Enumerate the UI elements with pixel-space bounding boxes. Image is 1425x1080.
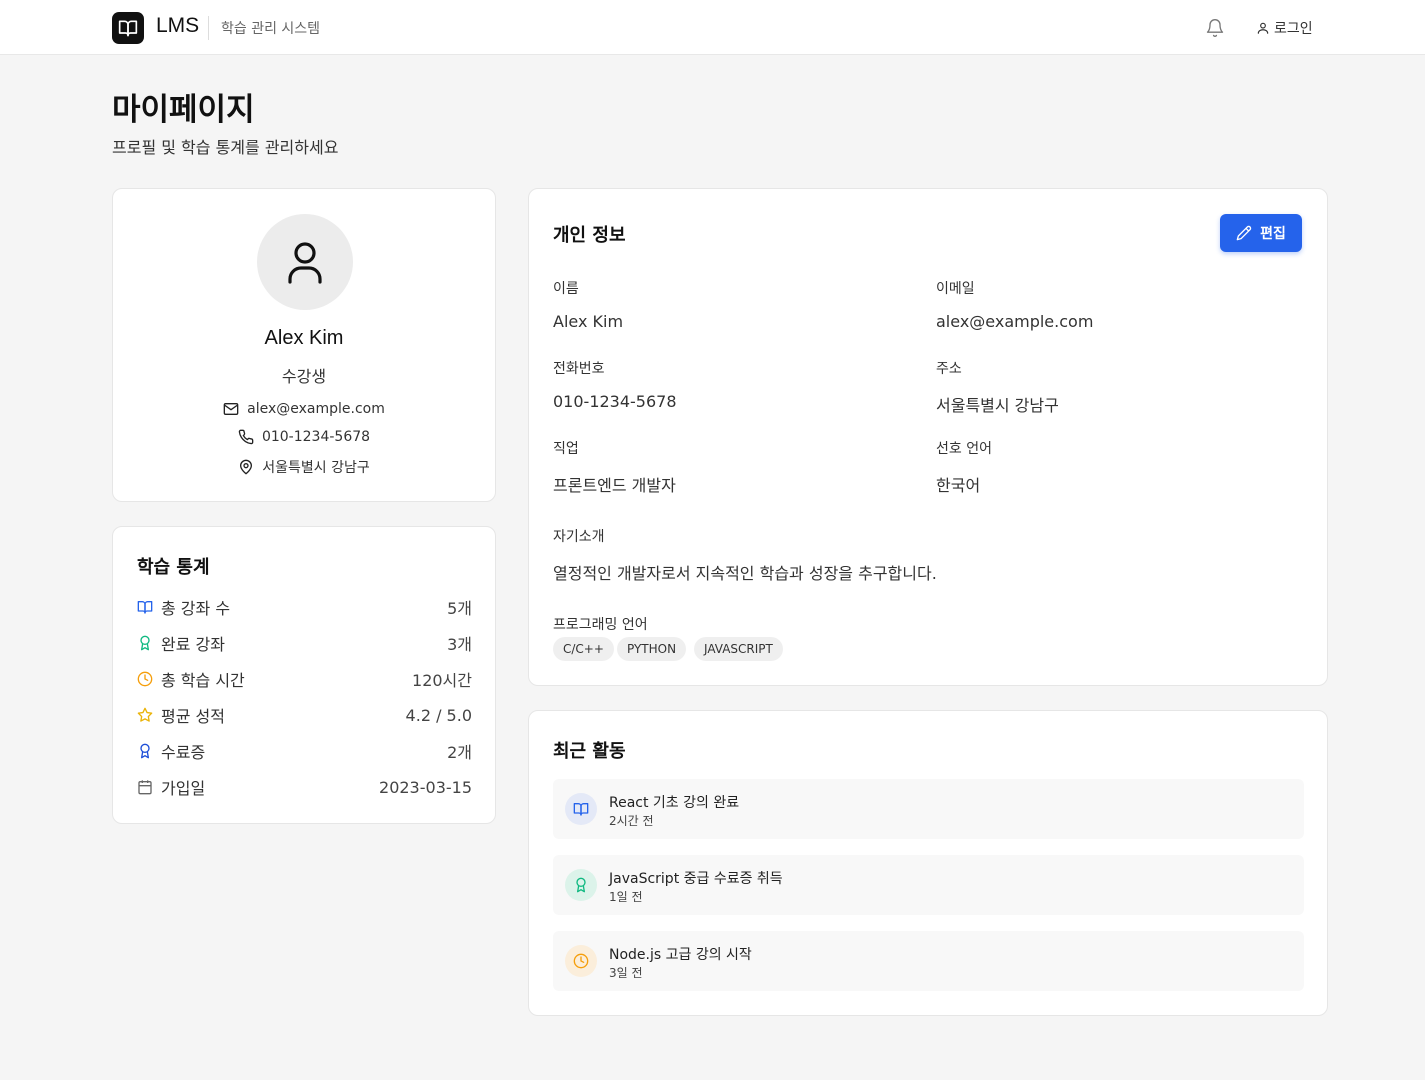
activity-item-time: 1일 전: [609, 890, 643, 904]
phone-label: 전화번호: [553, 361, 605, 377]
user-icon: [1257, 22, 1269, 34]
login-label: 로그인: [1274, 21, 1313, 37]
stat-row-certificates: 수료증 2개: [137, 739, 472, 763]
contact-address: 서울특별시 강남구: [113, 457, 495, 477]
star-icon: [137, 707, 153, 722]
edit-button[interactable]: 편집: [1220, 214, 1302, 252]
email-value: alex@example.com: [936, 312, 1094, 331]
activity-item-time: 2시간 전: [609, 814, 654, 828]
edit-label: 편집: [1260, 226, 1286, 242]
language-label: 선호 언어: [936, 441, 992, 457]
activity-item-title: Node.js 고급 강의 시작: [609, 947, 752, 963]
info-title: 개인 정보: [553, 225, 626, 246]
stat-value: 5개: [447, 599, 472, 618]
book-icon: [137, 601, 153, 614]
stat-row-total-courses: 총 강좌 수 5개: [137, 595, 472, 619]
stat-row-study-time: 총 학습 시간 120시간: [137, 667, 472, 691]
contact-email: alex@example.com: [113, 401, 495, 417]
name-label: 이름: [553, 281, 579, 297]
job-label: 직업: [553, 441, 579, 457]
activity-item[interactable]: JavaScript 중급 수료증 취득 1일 전: [553, 855, 1304, 915]
contact-address-text: 서울특별시 강남구: [262, 460, 370, 476]
avatar: [257, 214, 353, 310]
stats-title: 학습 통계: [137, 557, 210, 578]
stat-value: 4.2 / 5.0: [405, 705, 472, 725]
email-label: 이메일: [936, 281, 975, 297]
bio-value: 열정적인 개발자로서 지속적인 학습과 성장을 추구합니다.: [553, 564, 937, 583]
stat-value: 2개: [447, 743, 472, 762]
clock-icon: [565, 945, 597, 977]
stat-label: 수료증: [161, 743, 206, 762]
bell-icon[interactable]: [1205, 17, 1225, 39]
address-label: 주소: [936, 361, 962, 377]
award-icon: [140, 635, 150, 651]
page-title: 마이페이지: [112, 92, 255, 128]
contact-phone-text: 010-1234-5678: [261, 429, 371, 445]
profile-card: Alex Kim 수강생 alex@example.com 010-1234-5…: [112, 188, 496, 502]
profile-role: 수강생: [281, 367, 327, 386]
phone-value: 010-1234-5678: [553, 392, 677, 411]
mail-icon: [223, 403, 239, 415]
language-tag: PYTHON: [617, 637, 687, 661]
recent-activity-card: 최근 활동 React 기초 강의 완료 2시간 전 JavaScript 중급…: [528, 710, 1328, 1016]
personal-info-card: 개인 정보 편집 이름 Alex Kim 이메일 alex@example.co…: [528, 188, 1328, 686]
contact-email-text: alex@example.com: [247, 401, 385, 417]
stat-row-join-date: 가입일 2023-03-15: [137, 775, 472, 799]
activity-item[interactable]: Node.js 고급 강의 시작 3일 전: [553, 931, 1304, 991]
learning-stats-card: 학습 통계 총 강좌 수 5개 완료 강좌 3개 총 학습 시간 120시간 평…: [112, 526, 496, 824]
top-navbar: LMS 학습 관리 시스템 로그인: [0, 0, 1425, 55]
stat-label: 가입일: [161, 779, 206, 798]
stat-label: 평균 성적: [161, 707, 225, 726]
login-button[interactable]: 로그인: [1256, 17, 1313, 39]
stat-label: 총 강좌 수: [161, 599, 231, 618]
activity-title: 최근 활동: [553, 741, 626, 762]
stat-value: 3개: [447, 635, 472, 654]
book-logo-icon[interactable]: [112, 12, 144, 44]
bio-label: 자기소개: [553, 529, 605, 545]
certificate-icon: [140, 743, 150, 759]
contact-phone: 010-1234-5678: [113, 429, 495, 445]
stat-row-completed-courses: 완료 강좌 3개: [137, 631, 472, 655]
job-value: 프론트엔드 개발자: [553, 476, 676, 495]
logo-divider: [208, 16, 209, 40]
calendar-icon: [138, 780, 152, 795]
address-value: 서울특별시 강남구: [936, 396, 1059, 415]
profile-name: Alex Kim: [264, 327, 344, 349]
user-icon: [288, 242, 322, 284]
programming-languages-label: 프로그래밍 언어: [553, 617, 648, 633]
clock-icon: [137, 671, 153, 687]
language-tag: C/C++: [553, 637, 614, 661]
activity-item-title: JavaScript 중급 수료증 취득: [609, 871, 783, 887]
stat-value: 2023-03-15: [379, 777, 472, 797]
activity-item-time: 3일 전: [609, 966, 643, 980]
map-pin-icon: [240, 459, 253, 475]
phone-icon: [238, 429, 254, 445]
activity-item[interactable]: React 기초 강의 완료 2시간 전: [553, 779, 1304, 839]
stat-label: 총 학습 시간: [161, 671, 245, 690]
activity-item-title: React 기초 강의 완료: [609, 795, 740, 811]
stat-value: 120시간: [412, 671, 472, 690]
award-icon: [565, 869, 597, 901]
page-subtitle: 프로필 및 학습 통계를 관리하세요: [112, 138, 339, 157]
language-value: 한국어: [936, 476, 981, 495]
logo-text[interactable]: LMS: [156, 14, 199, 38]
language-tag: JAVASCRIPT: [694, 637, 783, 661]
book-icon: [565, 793, 597, 825]
name-value: Alex Kim: [553, 312, 624, 331]
stat-label: 완료 강좌: [161, 635, 225, 654]
pencil-icon: [1236, 225, 1252, 241]
app-subtitle: 학습 관리 시스템: [221, 21, 321, 37]
stat-row-average-grade: 평균 성적 4.2 / 5.0: [137, 703, 472, 727]
